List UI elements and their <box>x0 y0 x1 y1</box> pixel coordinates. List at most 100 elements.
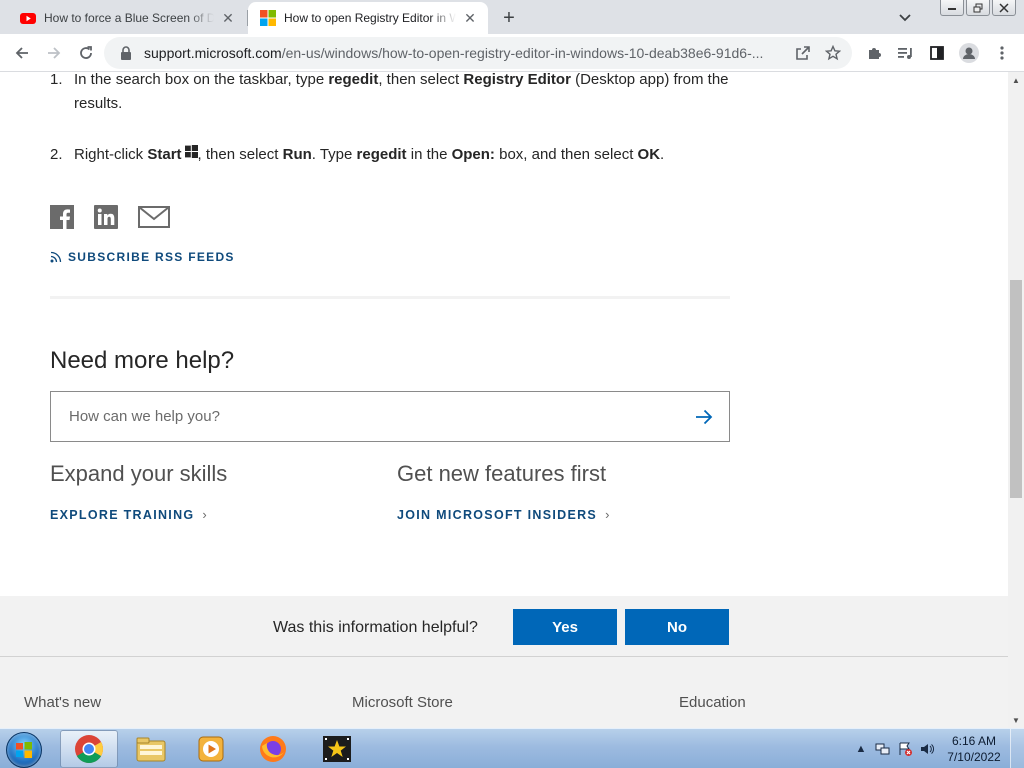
clock[interactable]: 6:16 AM 7/10/2022 <box>938 733 1010 765</box>
minimize-button[interactable] <box>940 0 964 16</box>
no-button[interactable]: No <box>625 609 729 645</box>
tab-search-button[interactable] <box>895 8 915 28</box>
url-host: support.microsoft.com <box>144 45 282 61</box>
step-text-part: . <box>660 146 665 163</box>
step-text-part: , then select <box>378 72 464 88</box>
bookmark-button[interactable] <box>820 40 846 66</box>
media-control-button[interactable] <box>891 39 919 67</box>
new-features-heading: Get new features first <box>397 461 607 486</box>
step-text-part: . Type <box>311 146 357 163</box>
show-desktop-button[interactable] <box>1010 729 1024 768</box>
start-button[interactable] <box>6 732 42 768</box>
linkedin-icon[interactable] <box>94 204 118 230</box>
restore-button[interactable] <box>966 0 990 16</box>
email-icon[interactable] <box>138 204 170 230</box>
explore-training-link[interactable]: EXPLORE TRAINING › <box>50 507 227 522</box>
step-1: 1. In the search box on the taskbar, typ… <box>50 72 730 116</box>
scrollbar-thumb[interactable] <box>1010 280 1022 498</box>
footer-heading-store[interactable]: Microsoft Store <box>352 694 453 711</box>
close-window-button[interactable] <box>992 0 1016 16</box>
taskbar-chrome[interactable] <box>60 730 118 768</box>
subscribe-rss-link[interactable]: SUBSCRIBE RSS FEEDS <box>50 250 235 264</box>
step-text-part: in the <box>406 146 452 163</box>
chevron-right-icon: › <box>202 507 209 522</box>
step-bold: Registry Editor <box>463 72 571 88</box>
forward-button[interactable] <box>40 39 68 67</box>
close-icon[interactable]: ✕ <box>220 10 236 26</box>
profile-button[interactable] <box>955 39 983 67</box>
star-icon <box>825 45 841 61</box>
clock-date: 7/10/2022 <box>947 750 1001 764</box>
puzzle-icon <box>869 48 881 59</box>
yes-button[interactable]: Yes <box>513 609 617 645</box>
feedback-question: Was this information helpful? <box>273 619 478 636</box>
scroll-up-arrow-icon[interactable]: ▲ <box>1008 72 1024 88</box>
section-divider <box>50 296 730 299</box>
kebab-menu-icon <box>1000 46 1004 60</box>
step-bold: regedit <box>356 146 407 163</box>
facebook-icon[interactable] <box>50 204 74 230</box>
extensions-button[interactable] <box>860 39 888 67</box>
taskbar-firefox[interactable] <box>244 730 302 768</box>
tab-youtube[interactable]: How to force a Blue Screen of Death ✕ <box>8 2 246 34</box>
taskbar-media-player[interactable] <box>182 730 240 768</box>
system-tray: ▲ 6:16 AM 7/10/2022 <box>850 729 1024 768</box>
step-bold: regedit <box>328 72 379 88</box>
file-explorer-icon <box>136 737 166 762</box>
scroll-down-arrow-icon[interactable]: ▼ <box>1008 712 1024 728</box>
share-button[interactable] <box>790 40 816 66</box>
chrome-icon <box>75 735 103 763</box>
avatar-icon <box>959 43 979 63</box>
side-panel-button[interactable] <box>923 39 951 67</box>
new-tab-button[interactable]: + <box>498 7 520 29</box>
menu-button[interactable] <box>988 39 1016 67</box>
step-2: 2. Right-click Start , then select Run. T… <box>50 143 730 167</box>
media-player-icon <box>198 736 224 762</box>
explore-training-label: EXPLORE TRAINING <box>50 507 195 522</box>
step-text: Right-click Start , then select Run. Type… <box>74 143 730 167</box>
reload-button[interactable] <box>72 39 100 67</box>
lock-icon[interactable] <box>118 45 134 61</box>
address-bar[interactable]: support.microsoft.com/en-us/windows/how-… <box>104 37 852 69</box>
show-hidden-icons-chevron-icon[interactable]: ▲ <box>850 738 872 760</box>
join-insiders-link[interactable]: JOIN MICROSOFT INSIDERS › <box>397 507 611 522</box>
feedback-bar: Was this information helpful? Yes No <box>0 596 1008 656</box>
expand-skills-heading: Expand your skills <box>50 461 228 486</box>
windows-logo-icon <box>184 145 198 158</box>
action-center-icon[interactable] <box>894 738 916 760</box>
share-icon <box>796 46 810 60</box>
side-panel-icon <box>930 46 944 60</box>
search-submit-button[interactable] <box>679 392 729 441</box>
step-text: In the search box on the taskbar, type r… <box>74 72 730 116</box>
footer-heading-whats-new[interactable]: What's new <box>24 694 101 711</box>
tab-registry-editor[interactable]: How to open Registry Editor in Windows 1… <box>248 2 488 34</box>
taskbar-movie-maker[interactable] <box>308 730 366 768</box>
help-search-input[interactable] <box>69 408 679 425</box>
playlist-icon <box>898 48 912 59</box>
arrow-right-icon <box>696 409 713 424</box>
back-button[interactable] <box>8 39 36 67</box>
firefox-icon <box>260 736 286 762</box>
expand-skills-section: Expand your skills EXPLORE TRAINING › <box>50 461 227 522</box>
rss-label: SUBSCRIBE RSS FEEDS <box>68 250 235 264</box>
arrow-left-icon <box>15 47 28 59</box>
arrow-right-icon <box>48 47 61 59</box>
rss-icon <box>50 251 62 263</box>
microsoft-icon <box>260 10 276 26</box>
page-scrollbar[interactable]: ▲ ▼ <box>1008 72 1024 728</box>
browser-toolbar: support.microsoft.com/en-us/windows/how-… <box>0 34 1024 72</box>
close-icon[interactable]: ✕ <box>462 10 478 26</box>
clock-time: 6:16 AM <box>951 734 997 748</box>
url-path: /en-us/windows/how-to-open-registry-edit… <box>281 45 764 61</box>
url-text[interactable]: support.microsoft.com/en-us/windows/how-… <box>144 45 786 61</box>
network-icon[interactable] <box>872 738 894 760</box>
footer-heading-education[interactable]: Education <box>679 694 746 711</box>
window-controls <box>940 0 1016 16</box>
chevron-down-icon <box>899 14 911 22</box>
taskbar-file-explorer[interactable] <box>122 730 180 768</box>
chevron-right-icon: › <box>605 507 611 522</box>
volume-icon[interactable] <box>916 738 938 760</box>
step-text-part: box, and then select <box>494 146 638 163</box>
tab-strip: How to force a Blue Screen of Death ✕ Ho… <box>0 0 1024 34</box>
need-help-heading: Need more help? <box>50 347 235 374</box>
